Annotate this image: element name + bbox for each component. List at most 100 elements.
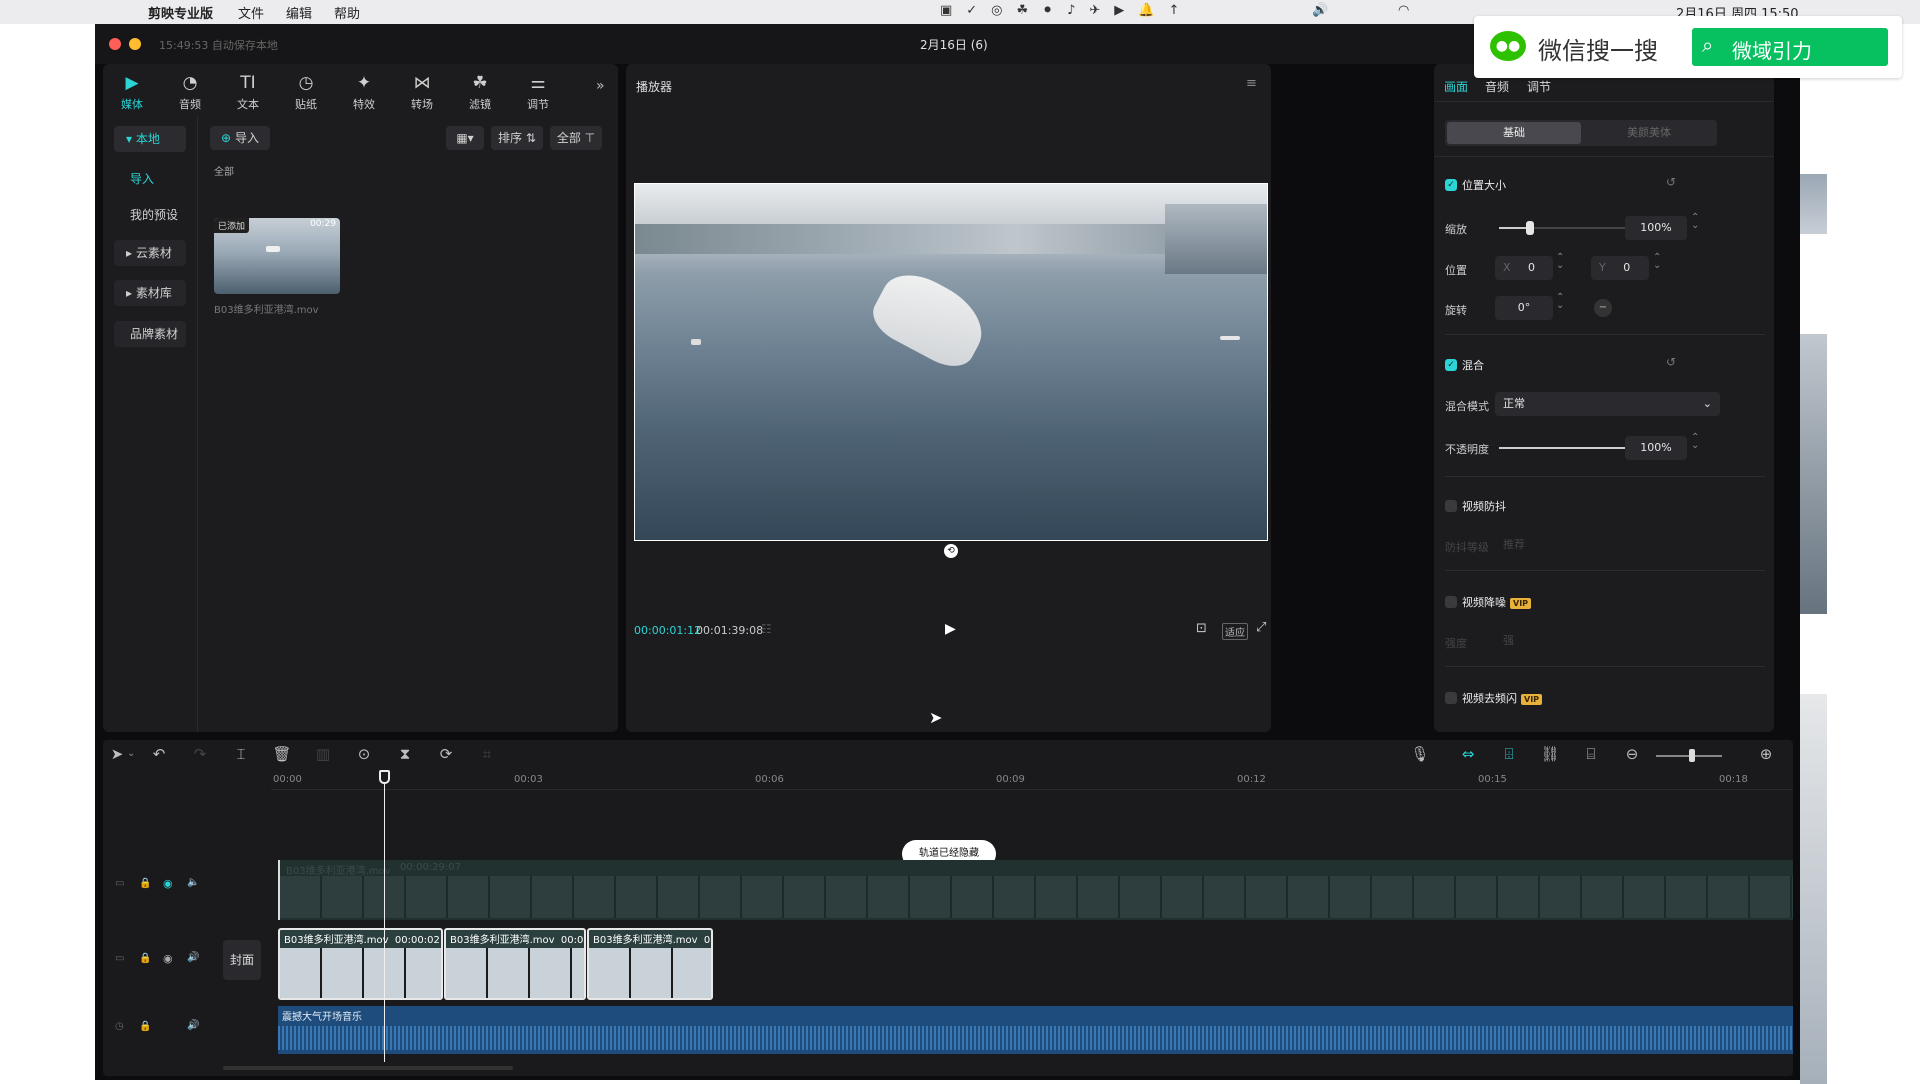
zoom-slider-handle[interactable] (1689, 749, 1695, 762)
tab-picture[interactable]: 画面 (1444, 78, 1468, 95)
horizontal-scrollbar[interactable] (223, 1066, 513, 1070)
tool-filter[interactable]: ☘ 滤镜 (455, 72, 505, 112)
position-x-input[interactable]: X 0 (1495, 256, 1553, 280)
ratio-button[interactable]: 适应 (1222, 623, 1248, 640)
sidebar-item-library[interactable]: ▸ 素材库 (114, 280, 186, 306)
lock-icon[interactable]: 🔒 (139, 878, 151, 889)
menu-file[interactable]: 文件 (238, 3, 264, 22)
tool-sticker[interactable]: ◷ 贴纸 (281, 72, 331, 112)
microphone-icon[interactable]: 🎙 (1408, 745, 1432, 763)
volume-icon[interactable]: 🔊 (187, 1020, 199, 1031)
delete-icon[interactable]: 🗑 (270, 745, 294, 763)
link-main-icon[interactable]: ⌹ (1497, 745, 1521, 763)
filter-button[interactable]: 全部 ⊤ (550, 126, 602, 150)
select-tool-icon[interactable]: ➤ (105, 745, 129, 763)
audio-clip[interactable]: 震撼大气开场音乐 (278, 1006, 1793, 1054)
rotation-input[interactable]: 0° (1495, 296, 1553, 320)
lock-icon[interactable]: 🔒 (139, 1021, 151, 1032)
import-button[interactable]: ⊕ 导入 (210, 126, 270, 150)
sidebar-item-presets[interactable]: 我的预设 (114, 202, 186, 228)
freeze-icon[interactable]: ▥ (311, 745, 335, 763)
tool-text[interactable]: TI 文本 (223, 72, 273, 112)
preview-axis-icon[interactable]: ⌸ (1579, 745, 1603, 763)
speed-icon[interactable]: ⊙ (352, 745, 376, 763)
opacity-stepper[interactable]: ⌃ ⌄ (1691, 433, 1699, 451)
snap-icon[interactable]: ⇔ (1456, 745, 1480, 763)
reset-icon[interactable]: ↺ (1666, 175, 1676, 189)
scale-input[interactable]: 100% (1625, 216, 1687, 240)
zoom-out-icon[interactable]: ⊖ (1620, 745, 1644, 763)
fullscreen-icon[interactable]: ⤢ (1256, 620, 1266, 635)
hidden-track-clip[interactable]: B03维多利亚港湾.mov 00:00:29:07 (278, 860, 1793, 920)
scale-stepper[interactable]: ⌃ ⌄ (1691, 213, 1699, 231)
volume-icon[interactable]: 🔊 (1312, 3, 1328, 18)
time-ruler[interactable]: 00:00 00:03 00:06 00:09 00:12 00:15 00:1… (271, 770, 1793, 790)
more-tools-icon[interactable]: » (596, 78, 605, 94)
denoise-checkbox[interactable] (1445, 596, 1457, 608)
chevron-down-icon[interactable]: ⌄ (127, 748, 135, 759)
wifi-icon[interactable]: ◠ (1398, 3, 1409, 18)
subtab-basic[interactable]: 基础 (1447, 122, 1581, 144)
redo-icon[interactable]: ↷ (188, 745, 212, 763)
undo-icon[interactable]: ↶ (147, 745, 171, 763)
cover-button[interactable]: 封面 (223, 940, 261, 980)
split-icon[interactable]: ⌶ (229, 745, 253, 763)
eye-icon[interactable]: ◉ (163, 952, 173, 965)
play-button[interactable]: ▶ (945, 621, 956, 637)
view-toggle-button[interactable]: ▦▾ (446, 126, 484, 150)
tab-audio[interactable]: 音频 (1485, 78, 1509, 95)
tool-audio[interactable]: ◔ 音频 (165, 72, 215, 112)
wechat-search-banner[interactable]: ●● 微信搜一搜 ⌕ 微域引力 (1474, 16, 1902, 78)
rotation-dial-icon[interactable]: − (1594, 299, 1612, 317)
volume-icon[interactable]: 🔊 (187, 952, 199, 963)
menu-help[interactable]: 帮助 (334, 3, 360, 22)
subtab-beauty[interactable]: 美颜美体 (1583, 122, 1715, 144)
playhead[interactable] (384, 770, 385, 1062)
menu-app-name[interactable]: 剪映专业版 (148, 3, 213, 22)
sidebar-item-local[interactable]: ▾ 本地 (114, 126, 186, 152)
sidebar-item-import[interactable]: 导入 (114, 166, 186, 192)
rotate-handle-icon[interactable]: ⟲ (944, 544, 958, 558)
mute-icon[interactable]: 🔈 (187, 877, 199, 888)
tool-effects[interactable]: ✦ 特效 (339, 72, 389, 112)
lock-icon[interactable]: 🔒 (139, 953, 151, 964)
video-preview[interactable] (634, 183, 1268, 541)
tool-media[interactable]: ▶ 媒体 (107, 72, 157, 112)
blend-checkbox[interactable]: ✓ (1445, 359, 1457, 371)
media-clip-thumbnail[interactable]: 已添加 00:29 (214, 218, 340, 294)
wechat-search-box[interactable]: ⌕ 微域引力 (1692, 28, 1888, 66)
close-window-button[interactable] (109, 38, 121, 50)
stabilize-level-select[interactable]: 推荐 (1495, 533, 1720, 557)
sort-button[interactable]: 排序 ⇅ (491, 126, 543, 150)
timeline-list-icon[interactable]: ☷ (761, 622, 772, 636)
mirror-icon[interactable]: ⧗ (393, 745, 417, 763)
blend-mode-select[interactable]: 正常 ⌄ (1495, 392, 1720, 416)
reset-icon[interactable]: ↺ (1666, 355, 1676, 369)
zoom-in-icon[interactable]: ⊕ (1754, 745, 1778, 763)
x-stepper[interactable]: ⌃ ⌄ (1556, 253, 1564, 271)
stabilize-checkbox[interactable] (1445, 500, 1457, 512)
eye-hidden-icon[interactable]: ◉ (163, 877, 173, 890)
timeline-clip[interactable]: B03维多利亚港湾.mov 0 (587, 928, 713, 1000)
rotate-icon[interactable]: ⟳ (434, 745, 458, 763)
crop-icon[interactable]: ⌗ (475, 745, 499, 763)
timeline-clip[interactable]: B03维多利亚港湾.mov 00:0 (444, 928, 586, 1000)
screenshot-icon[interactable]: ⊡ (1196, 621, 1207, 636)
scale-slider-handle[interactable] (1526, 221, 1534, 235)
player-menu-icon[interactable]: ≡ (1246, 76, 1257, 91)
menu-edit[interactable]: 编辑 (286, 3, 312, 22)
strength-select[interactable]: 强 (1495, 629, 1720, 653)
rotation-stepper[interactable]: ⌃ ⌄ (1556, 293, 1564, 311)
timeline-clip[interactable]: B03维多利亚港湾.mov 00:00:02 (278, 928, 443, 1000)
position-size-checkbox[interactable]: ✓ (1445, 179, 1457, 191)
deflicker-checkbox[interactable] (1445, 692, 1457, 704)
minimize-window-button[interactable] (129, 38, 141, 50)
sidebar-item-brand[interactable]: 品牌素材 (114, 321, 186, 347)
sidebar-item-cloud[interactable]: ▸ 云素材 (114, 240, 186, 266)
tool-adjust[interactable]: ⚌ 调节 (513, 72, 563, 112)
y-stepper[interactable]: ⌃ ⌄ (1653, 253, 1661, 271)
tab-adjust[interactable]: 调节 (1527, 78, 1551, 95)
playhead-handle[interactable] (379, 770, 390, 784)
link-icon[interactable]: ⛓ (1538, 745, 1562, 763)
tool-transition[interactable]: ⋈ 转场 (397, 72, 447, 112)
